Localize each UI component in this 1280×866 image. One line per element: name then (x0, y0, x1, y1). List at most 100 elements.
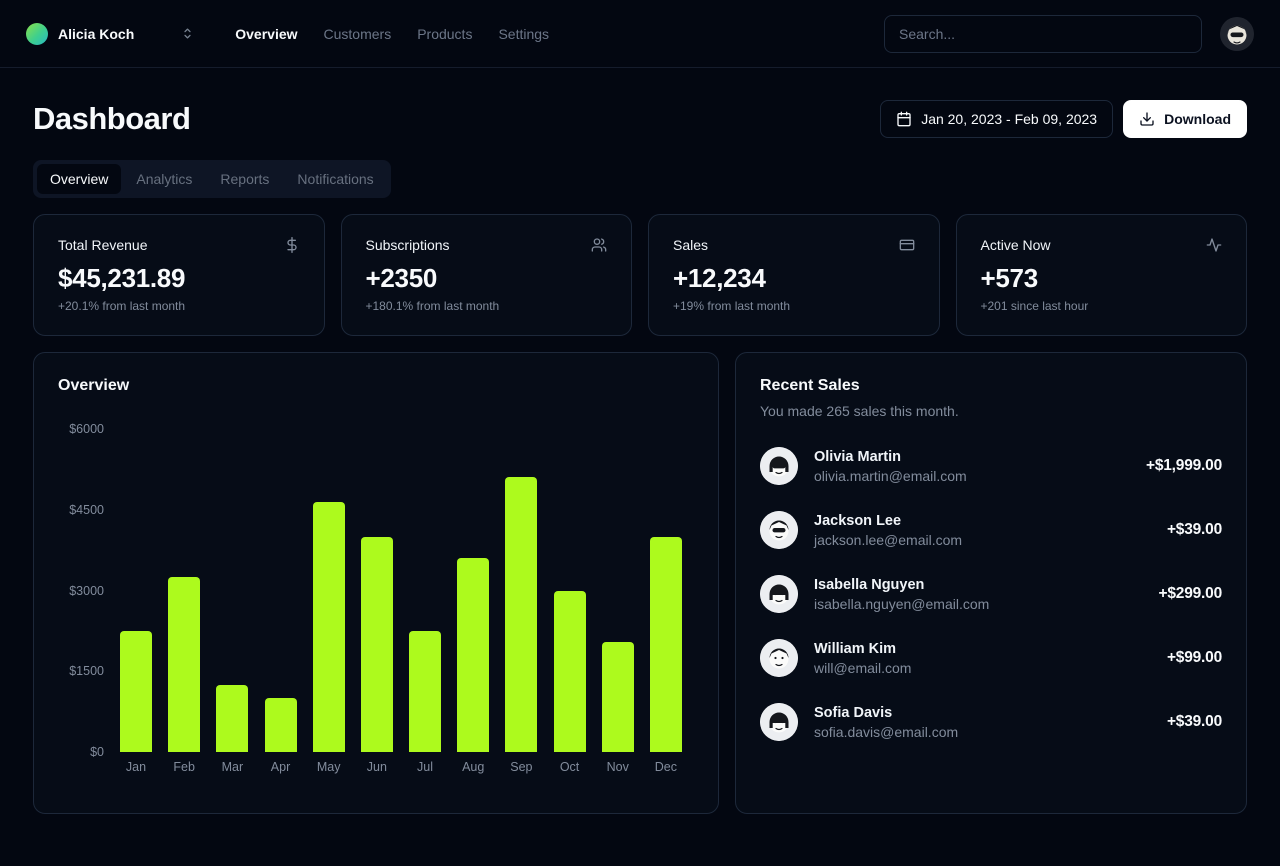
customer-name: William Kim (814, 641, 911, 657)
avatar-image (760, 703, 798, 741)
stat-change: +19% from last month (673, 299, 915, 313)
download-button[interactable]: Download (1123, 100, 1247, 138)
chart-bar-may (313, 502, 345, 752)
stat-value: +2350 (366, 263, 608, 294)
customer-avatar (760, 447, 798, 485)
x-axis-tick: Jul (409, 760, 441, 774)
user-menu-avatar[interactable] (1220, 17, 1254, 51)
recent-sales-title: Recent Sales (760, 377, 1222, 395)
dashboard-app: Alicia Koch Overview Customers Products … (0, 0, 1280, 866)
chart-bar-jun (361, 537, 393, 752)
chart-x-axis: JanFebMarAprMayJunJulAugSepOctNovDec (120, 760, 682, 774)
chart-bar-jul (409, 631, 441, 752)
top-navigation-bar: Alicia Koch Overview Customers Products … (0, 0, 1280, 68)
nav-item-overview[interactable]: Overview (235, 26, 297, 42)
search-input[interactable] (884, 15, 1202, 53)
avatar-image (760, 447, 798, 485)
customer-avatar (760, 639, 798, 677)
tab-analytics[interactable]: Analytics (123, 164, 205, 194)
x-axis-tick: Sep (505, 760, 537, 774)
bottom-grid: Overview $6000$4500$3000$1500$0 JanFebMa… (33, 352, 1247, 814)
stat-card-subscriptions: Subscriptions +2350 +180.1% from last mo… (341, 214, 633, 336)
chart-bar-feb (168, 577, 200, 752)
x-axis-tick: Aug (457, 760, 489, 774)
team-switcher[interactable]: Alicia Koch (26, 23, 195, 45)
sale-info: Jackson Lee jackson.lee@email.com (814, 513, 962, 548)
chart-bar-apr (265, 698, 297, 752)
credit-card-icon (899, 237, 915, 253)
stat-value: +573 (981, 263, 1223, 294)
chart-y-axis: $6000$4500$3000$1500$0 (58, 429, 104, 752)
customer-email: sofia.davis@email.com (814, 724, 958, 740)
x-axis-tick: Mar (216, 760, 248, 774)
nav-item-customers[interactable]: Customers (324, 26, 392, 42)
avatar-image (760, 511, 798, 549)
chart-bars (120, 429, 682, 752)
stat-title: Total Revenue (58, 237, 148, 253)
chart-bar-sep (505, 477, 537, 752)
stat-value: $45,231.89 (58, 263, 300, 294)
avatar-image (760, 575, 798, 613)
tab-notifications[interactable]: Notifications (284, 164, 386, 194)
page-head: Dashboard Jan 20, 2023 - Feb 09, 2023 Do… (33, 100, 1247, 138)
stat-change: +180.1% from last month (366, 299, 608, 313)
sale-row: William Kim will@email.com +$99.00 (760, 639, 1222, 677)
topbar-right (884, 15, 1254, 53)
nav-item-products[interactable]: Products (417, 26, 472, 42)
main-nav: Overview Customers Products Settings (235, 26, 549, 42)
stat-title: Active Now (981, 237, 1051, 253)
y-axis-tick: $0 (90, 745, 104, 759)
x-axis-tick: Dec (650, 760, 682, 774)
sale-amount: +$1,999.00 (1146, 457, 1222, 475)
page-title: Dashboard (33, 101, 190, 137)
customer-name: Sofia Davis (814, 705, 958, 721)
date-range-picker-button[interactable]: Jan 20, 2023 - Feb 09, 2023 (880, 100, 1113, 138)
sale-info: Sofia Davis sofia.davis@email.com (814, 705, 958, 740)
x-axis-tick: Nov (602, 760, 634, 774)
y-axis-tick: $3000 (69, 584, 104, 598)
customer-email: isabella.nguyen@email.com (814, 596, 989, 612)
chart-bar-nov (602, 642, 634, 752)
customer-name: Jackson Lee (814, 513, 962, 529)
sale-amount: +$99.00 (1167, 649, 1222, 667)
avatar-image (760, 639, 798, 677)
users-icon (591, 237, 607, 253)
sale-row: Sofia Davis sofia.davis@email.com +$39.0… (760, 703, 1222, 741)
main-content: Dashboard Jan 20, 2023 - Feb 09, 2023 Do… (0, 68, 1280, 838)
x-axis-tick: Jan (120, 760, 152, 774)
sale-row: Olivia Martin olivia.martin@email.com +$… (760, 447, 1222, 485)
tab-overview[interactable]: Overview (37, 164, 121, 194)
sale-amount: +$39.00 (1167, 521, 1222, 539)
x-axis-tick: Apr (265, 760, 297, 774)
stats-grid: Total Revenue $45,231.89 +20.1% from las… (33, 214, 1247, 336)
chart-bar-mar (216, 685, 248, 752)
recent-sales-subtitle: You made 265 sales this month. (760, 403, 1222, 419)
stat-title: Sales (673, 237, 708, 253)
chart-bar-dec (650, 537, 682, 752)
sale-row: Jackson Lee jackson.lee@email.com +$39.0… (760, 511, 1222, 549)
team-avatar (26, 23, 48, 45)
bar-chart: $6000$4500$3000$1500$0 (58, 429, 694, 752)
customer-email: olivia.martin@email.com (814, 468, 967, 484)
nav-item-settings[interactable]: Settings (498, 26, 549, 42)
download-label: Download (1164, 111, 1231, 127)
date-range-label: Jan 20, 2023 - Feb 09, 2023 (921, 111, 1097, 127)
sale-amount: +$299.00 (1159, 585, 1222, 603)
chart-bar-oct (554, 591, 586, 753)
activity-icon (1206, 237, 1222, 253)
customer-email: will@email.com (814, 660, 911, 676)
stat-card-sales: Sales +12,234 +19% from last month (648, 214, 940, 336)
customer-name: Isabella Nguyen (814, 577, 989, 593)
stat-value: +12,234 (673, 263, 915, 294)
stat-change: +201 since last hour (981, 299, 1223, 313)
tab-reports[interactable]: Reports (207, 164, 282, 194)
dollar-icon (284, 237, 300, 253)
customer-avatar (760, 511, 798, 549)
customer-email: jackson.lee@email.com (814, 532, 962, 548)
y-axis-tick: $4500 (69, 503, 104, 517)
stat-card-total-revenue: Total Revenue $45,231.89 +20.1% from las… (33, 214, 325, 336)
dashboard-tabs: Overview Analytics Reports Notifications (33, 160, 391, 198)
download-icon (1139, 111, 1155, 127)
stat-title: Subscriptions (366, 237, 450, 253)
x-axis-tick: Jun (361, 760, 393, 774)
